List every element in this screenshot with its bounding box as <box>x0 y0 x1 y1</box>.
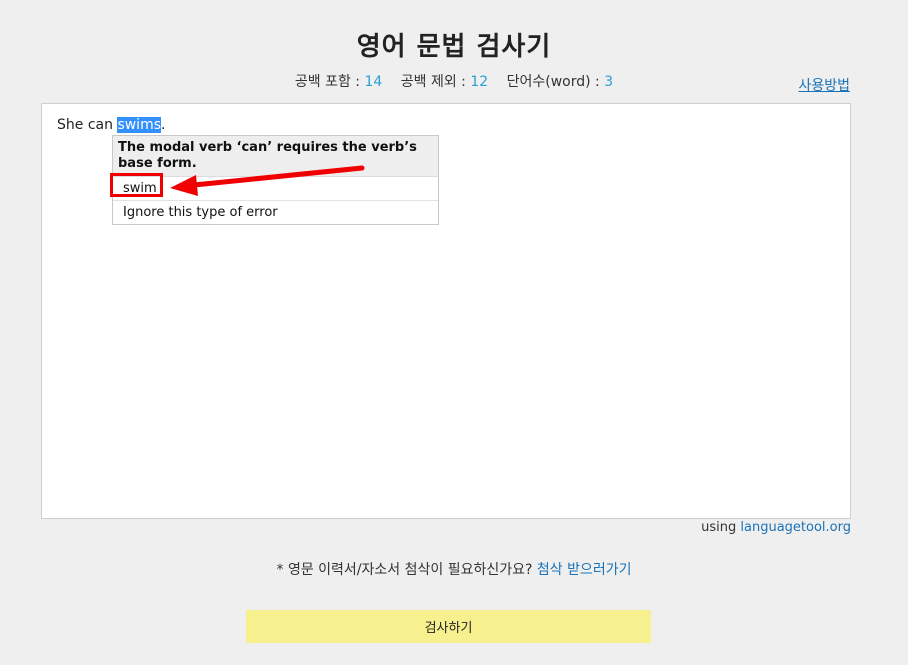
editor-text-after: . <box>161 117 166 133</box>
stat-word-count: 단어수(word) : 3 <box>507 74 614 90</box>
text-stats: 공백 포함 : 14 공백 제외 : 12 단어수(word) : 3 <box>0 71 908 91</box>
stat-with-spaces: 공백 포함 : 14 <box>295 74 387 90</box>
ignore-error-option[interactable]: Ignore this type of error <box>113 201 438 224</box>
notice-text: * 영문 이력서/자소서 첨삭이 필요하신가요? <box>276 562 533 578</box>
editor-content[interactable]: She can swims. <box>57 117 165 133</box>
annotation-arrow <box>170 165 365 196</box>
page-title: 영어 문법 검사기 <box>356 32 552 62</box>
attribution: using languagetool.org <box>701 520 851 535</box>
usage-guide-link[interactable]: 사용방법 <box>798 75 850 95</box>
editor-text-before: She can <box>57 117 118 133</box>
proofreading-link[interactable]: 첨삭 받으러가기 <box>537 562 632 578</box>
check-grammar-button[interactable]: 검사하기 <box>246 610 651 643</box>
stat-with-spaces-label: 공백 포함 : <box>294 74 360 90</box>
stat-word-count-label: 단어수(word) : <box>506 74 600 90</box>
languagetool-link[interactable]: languagetool.org <box>740 520 851 535</box>
error-highlight-word[interactable]: swims <box>117 117 162 133</box>
stat-without-spaces-label: 공백 제외 : <box>400 74 466 90</box>
stat-without-spaces-value: 12 <box>470 74 489 90</box>
attribution-prefix: using <box>701 520 737 535</box>
annotation-highlight-box <box>110 173 163 197</box>
stat-without-spaces: 공백 제외 : 12 <box>401 74 493 90</box>
stat-with-spaces-value: 14 <box>364 74 383 90</box>
stat-word-count-value: 3 <box>604 74 614 90</box>
proofreading-notice: * 영문 이력서/자소서 첨삭이 필요하신가요? 첨삭 받으러가기 <box>0 559 908 579</box>
